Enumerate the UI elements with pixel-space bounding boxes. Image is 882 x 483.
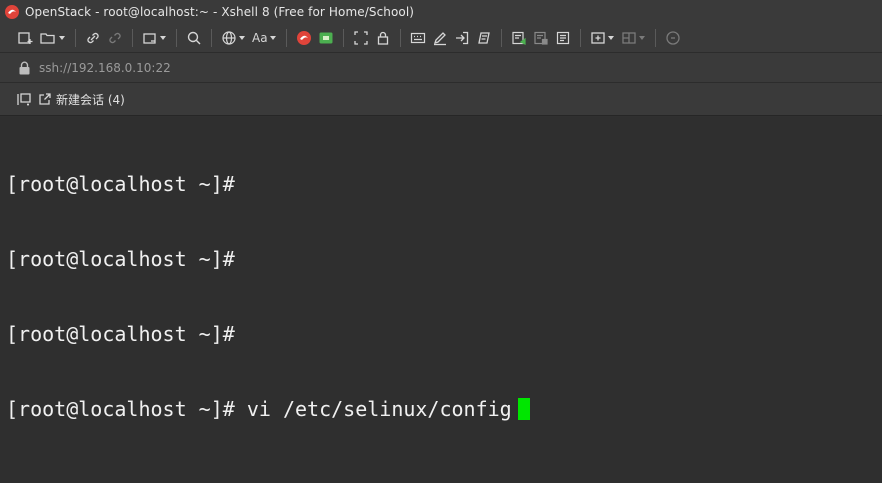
compose-button[interactable] xyxy=(508,27,530,49)
disconnect-button[interactable] xyxy=(104,27,126,49)
chevron-down-icon[interactable] xyxy=(607,27,615,49)
session-bar: 新建会话 (4) xyxy=(0,82,882,116)
terminal-area[interactable]: [root@localhost ~]# [root@localhost ~]# … xyxy=(0,117,882,483)
toolbar-separator xyxy=(500,29,502,47)
terminal-cursor xyxy=(517,398,530,420)
sign-in-icon xyxy=(455,31,468,45)
chevron-down-icon[interactable] xyxy=(269,27,277,49)
fullscreen-icon xyxy=(353,31,368,45)
lock-icon xyxy=(377,31,388,45)
xftp-button[interactable] xyxy=(315,27,337,49)
toolbar-separator xyxy=(211,29,212,47)
title-bar: OpenStack - root@localhost:~ - Xshell 8 … xyxy=(0,0,882,24)
chevron-down-icon[interactable] xyxy=(638,27,646,49)
find-button[interactable] xyxy=(183,27,205,49)
toolbar-separator xyxy=(285,29,287,47)
compose-bar-icon xyxy=(533,31,548,45)
window-add-icon xyxy=(143,33,156,44)
compose-send-button[interactable] xyxy=(530,27,552,49)
lock-button[interactable] xyxy=(372,27,394,49)
chat-icon xyxy=(665,31,680,45)
transfer-button[interactable] xyxy=(451,27,473,49)
new-tab-button[interactable] xyxy=(587,27,618,49)
search-icon xyxy=(187,31,201,45)
new-session-button[interactable] xyxy=(14,27,36,49)
encoding-button[interactable] xyxy=(218,27,249,49)
script-button[interactable] xyxy=(473,27,495,49)
keyboard-icon xyxy=(410,32,425,44)
layout-icon xyxy=(621,32,636,44)
lock-icon xyxy=(19,61,30,74)
toolbar-separator xyxy=(579,29,581,47)
new-session-icon xyxy=(18,32,33,44)
folder-open-icon xyxy=(40,33,55,44)
session-manager-button[interactable] xyxy=(16,91,32,107)
help-button[interactable] xyxy=(662,27,684,49)
tab-add-icon xyxy=(590,32,605,44)
toolbar-separator xyxy=(176,29,177,47)
toolbar-separator xyxy=(654,29,656,47)
pen-icon xyxy=(433,32,446,46)
toolbar-separator xyxy=(75,29,76,47)
chevron-down-icon[interactable] xyxy=(159,27,167,49)
terminal-line: [root@localhost ~]# xyxy=(6,322,235,346)
terminal-line-current: [root@localhost ~]# vi /etc/selinux/conf… xyxy=(6,397,882,422)
toolbar-separator xyxy=(132,29,133,47)
toolbar-separator xyxy=(342,29,344,47)
window-title: OpenStack - root@localhost:~ - Xshell 8 … xyxy=(25,5,415,19)
fullscreen-button[interactable] xyxy=(350,27,372,49)
main-toolbar: Aa xyxy=(0,24,882,52)
terminal-line: [root@localhost ~]# xyxy=(6,172,235,196)
session-manager-icon xyxy=(17,93,31,106)
open-session-button[interactable] xyxy=(36,27,69,49)
font-icon: Aa xyxy=(252,31,268,45)
chevron-down-icon[interactable] xyxy=(58,27,66,49)
font-button[interactable]: Aa xyxy=(249,27,280,49)
script-icon xyxy=(477,32,490,44)
address-bar xyxy=(0,52,882,82)
session-link[interactable]: 新建会话 (4) xyxy=(38,91,125,108)
toolbar-separator xyxy=(399,29,401,47)
compose-icon xyxy=(511,31,526,45)
link-icon xyxy=(87,32,99,44)
document-lines-icon xyxy=(556,31,569,45)
unlink-icon xyxy=(109,32,121,44)
xftp-logo-icon xyxy=(319,32,333,44)
xshell-home-button[interactable] xyxy=(293,27,315,49)
new-window-button[interactable] xyxy=(139,27,170,49)
layout-button[interactable] xyxy=(618,27,649,49)
terminal-command: [root@localhost ~]# vi /etc/selinux/conf… xyxy=(6,397,512,421)
keyboard-button[interactable] xyxy=(407,27,429,49)
chevron-down-icon[interactable] xyxy=(238,27,246,49)
xshell-window: OpenStack - root@localhost:~ - Xshell 8 … xyxy=(0,0,882,483)
address-input[interactable] xyxy=(39,60,439,75)
xshell-logo-icon xyxy=(4,4,20,20)
external-link-icon xyxy=(39,93,51,105)
highlight-button[interactable] xyxy=(429,27,451,49)
xshell-logo-icon xyxy=(296,31,311,45)
globe-icon xyxy=(222,31,236,45)
terminal-line: [root@localhost ~]# xyxy=(6,247,235,271)
send-all-button[interactable] xyxy=(552,27,574,49)
reconnect-button[interactable] xyxy=(82,27,104,49)
session-label: 新建会话 (4) xyxy=(56,92,125,107)
